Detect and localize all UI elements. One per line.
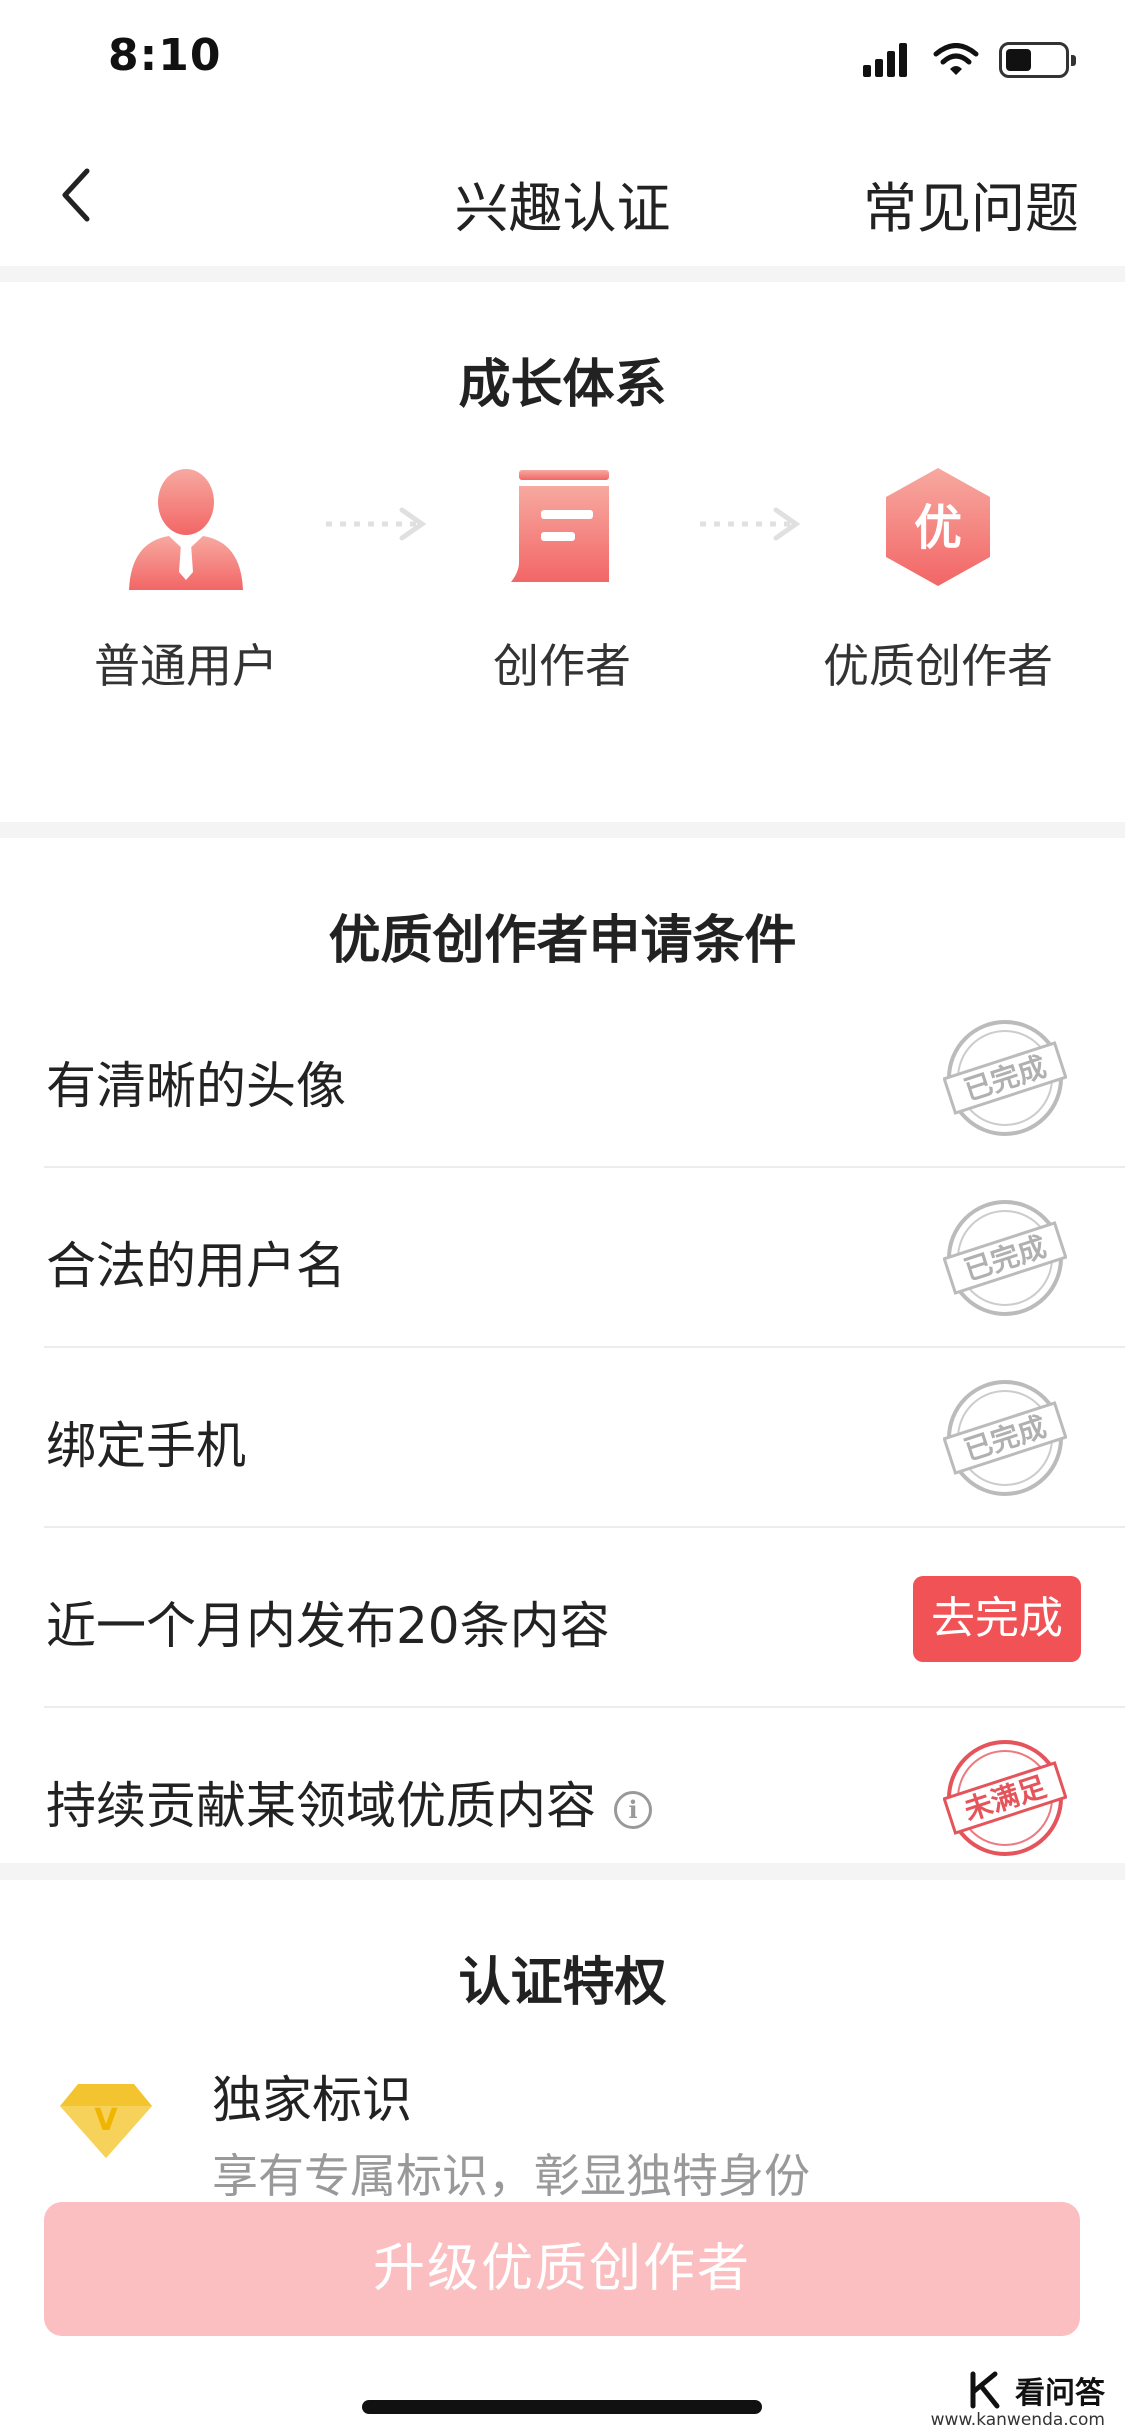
- faq-link[interactable]: 常见问题: [863, 164, 1079, 243]
- requirement-text: 持续贡献某领域优质内容: [46, 1777, 596, 1835]
- watermark-text: 看问答: [1015, 2376, 1105, 2411]
- growth-section: 成长体系 普通用户 创作者 优 优质创作者: [0, 282, 1125, 822]
- watermark-logo-icon: [970, 2371, 1000, 2409]
- nav-bar: 兴趣认证 常见问题: [0, 120, 1125, 266]
- stage-normal-user: 普通用户: [66, 462, 306, 700]
- battery-icon: [999, 42, 1076, 78]
- growth-title: 成长体系: [458, 355, 667, 415]
- privilege-desc: 享有专属标识，彰显独特身份: [212, 2149, 810, 2203]
- upgrade-button[interactable]: 升级优质创作者: [44, 2202, 1080, 2336]
- privileges-title: 认证特权: [458, 1953, 667, 2013]
- battery-fill: [1006, 49, 1032, 71]
- stage-label: 普通用户: [94, 639, 278, 693]
- arrow-right-icon: [700, 507, 801, 541]
- info-icon[interactable]: i: [614, 1790, 652, 1829]
- diamond-v-icon: V: [60, 2084, 152, 2158]
- unmet-stamp-icon: 未满足: [943, 1740, 1067, 1856]
- requirement-row: 绑定手机 已完成: [44, 1348, 1125, 1528]
- stage-label: 优质创作者: [823, 639, 1053, 693]
- section-divider: [0, 1863, 1125, 1880]
- status-time: 8:10: [108, 30, 222, 81]
- section-divider: [0, 822, 1125, 838]
- stage-quality-creator: 优 优质创作者: [818, 462, 1058, 700]
- signal-icon: [863, 43, 911, 77]
- watermark: 看问答: [967, 2368, 1105, 2412]
- requirement-text-wrap: 持续贡献某领域优质内容 i: [46, 1766, 652, 1838]
- requirement-row: 近一个月内发布20条内容 去完成: [44, 1528, 1125, 1708]
- requirement-text: 有清晰的头像: [46, 1057, 346, 1115]
- status-icons: [863, 40, 1076, 80]
- section-divider: [0, 266, 1125, 282]
- home-indicator: [362, 2400, 762, 2414]
- wifi-icon: [933, 43, 979, 75]
- requirement-text: 绑定手机: [46, 1417, 246, 1475]
- stage-label: 创作者: [493, 639, 631, 693]
- stage-creator: 创作者: [442, 462, 682, 700]
- requirement-row: 持续贡献某领域优质内容 i 未满足: [44, 1708, 1125, 1888]
- status-bar: 8:10: [0, 0, 1125, 120]
- requirements-title: 优质创作者申请条件: [328, 911, 797, 971]
- watermark-url: www.kanwenda.com: [930, 2410, 1105, 2430]
- badge-char: 优: [914, 500, 962, 556]
- arrow-right-icon: [326, 507, 427, 541]
- document-icon: [497, 462, 627, 592]
- go-complete-button[interactable]: 去完成: [913, 1576, 1081, 1662]
- quality-badge-icon: 优: [873, 462, 1003, 592]
- completed-stamp-icon: 已完成: [943, 1020, 1067, 1136]
- requirement-row: 合法的用户名 已完成: [44, 1168, 1125, 1348]
- user-icon: [121, 462, 251, 592]
- privilege-title: 独家标识: [212, 2071, 412, 2129]
- completed-stamp-icon: 已完成: [943, 1200, 1067, 1316]
- completed-stamp-icon: 已完成: [943, 1380, 1067, 1496]
- requirement-text: 近一个月内发布20条内容: [46, 1597, 610, 1655]
- requirement-text: 合法的用户名: [46, 1237, 346, 1295]
- requirements-section: 优质创作者申请条件 有清晰的头像 已完成 合法的用户名 已完成 绑定手机 已完成…: [0, 838, 1125, 1863]
- requirement-row: 有清晰的头像 已完成: [44, 988, 1125, 1168]
- badge-char: V: [94, 2103, 118, 2138]
